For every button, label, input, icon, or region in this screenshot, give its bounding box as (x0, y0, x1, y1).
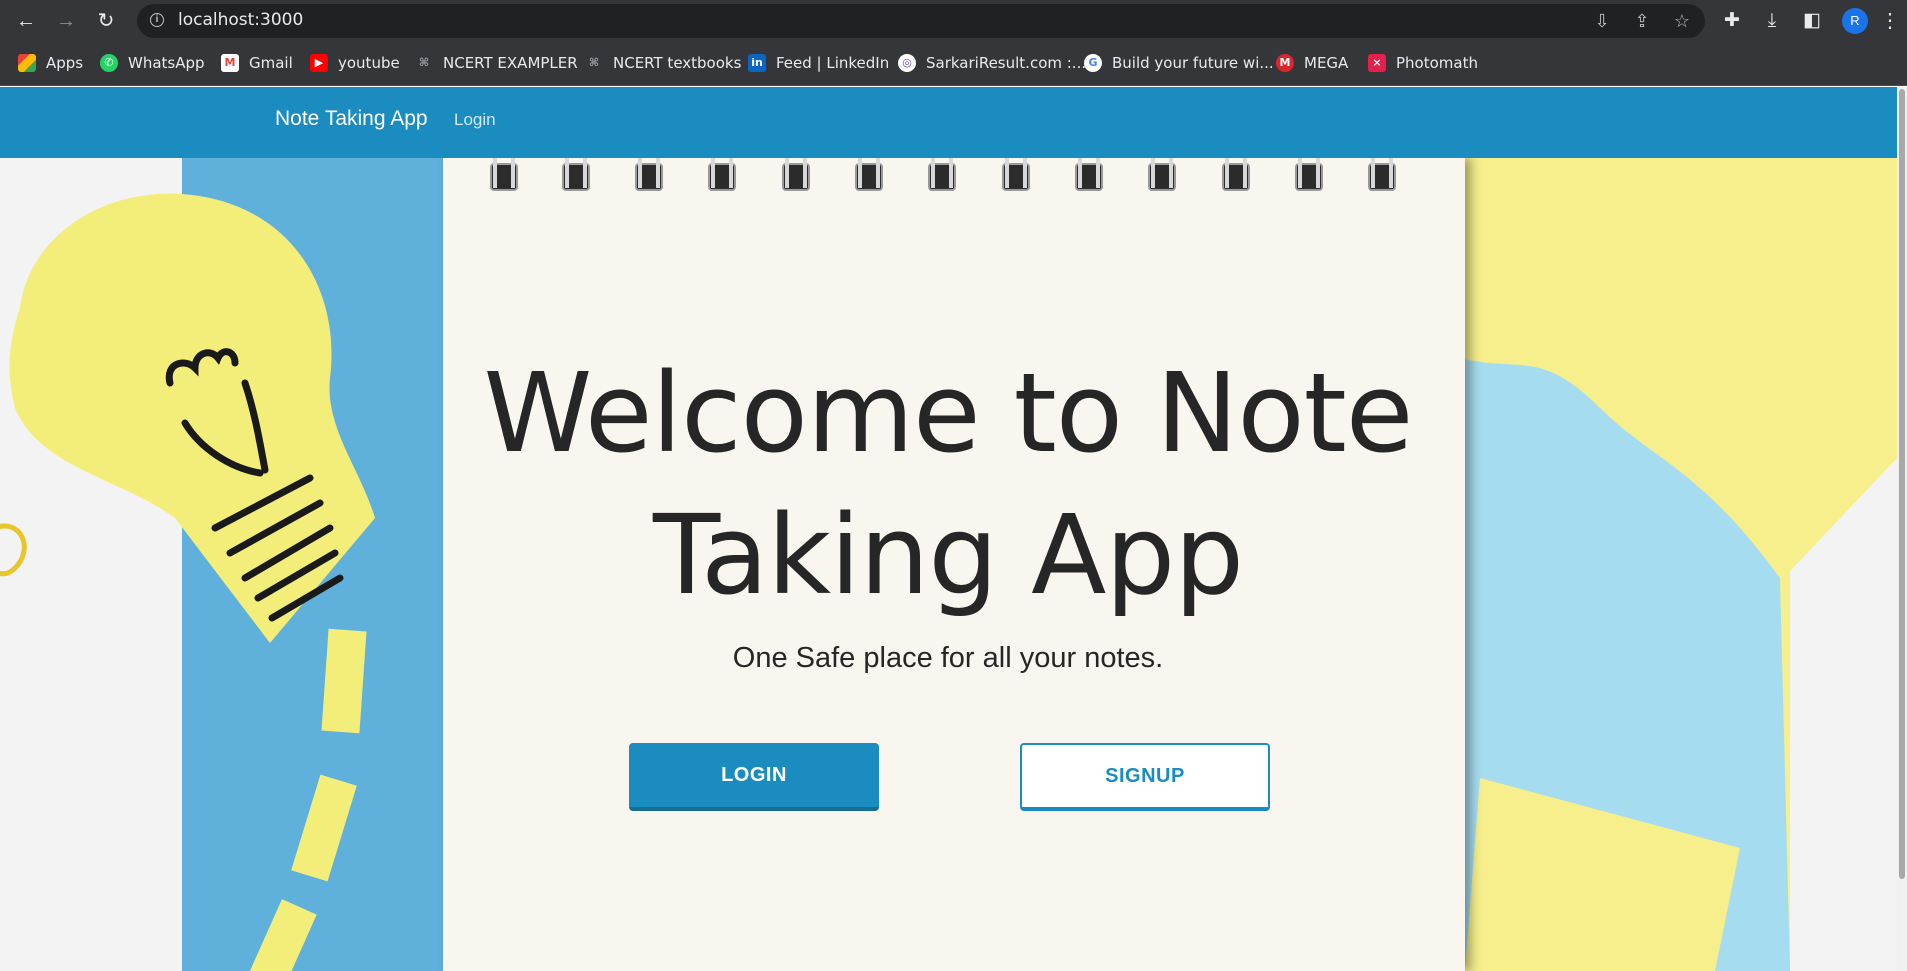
bookmark-apps[interactable]: Apps (18, 51, 83, 75)
browser-menu-icon[interactable]: ⋮ (1880, 8, 1900, 34)
hero-title-line2: Taking App (652, 491, 1244, 619)
profile-avatar[interactable]: R (1842, 8, 1868, 34)
ncert-icon: ⌘ (588, 56, 600, 69)
share-icon[interactable]: ⇪ (1630, 9, 1654, 33)
hero-section: Welcome to Note Taking App One Safe plac… (0, 158, 1897, 971)
hero-title-line1: Welcome to Note (483, 349, 1414, 477)
gmail-icon: M (221, 54, 239, 72)
apps-grid-icon (18, 54, 36, 72)
bookmark-sarkari[interactable]: ◎ SarkariResult.com :... (898, 51, 1086, 75)
scrollbar-thumb[interactable] (1899, 89, 1905, 879)
navbar-login-link[interactable]: Login (454, 110, 496, 130)
reload-icon[interactable]: ↻ (92, 7, 120, 35)
bookmark-photomath[interactable]: × Photomath (1368, 51, 1478, 75)
signup-button[interactable]: SIGNUP (1020, 743, 1270, 811)
downloads-icon[interactable]: ⤓ (1759, 8, 1785, 34)
hero-subtitle: One Safe place for all your notes. (732, 642, 1164, 674)
navbar-brand[interactable]: Note Taking App (275, 107, 428, 131)
site-info-icon[interactable]: i (150, 13, 164, 27)
bookmark-youtube[interactable]: ▶ youtube (310, 51, 400, 75)
extensions-icon[interactable]: ✚ (1719, 8, 1745, 34)
bookmark-star-icon[interactable]: ☆ (1670, 9, 1694, 33)
url-text[interactable]: localhost:3000 (178, 10, 303, 30)
login-button[interactable]: LOGIN (629, 743, 879, 811)
bookmark-ncert-exampler[interactable]: ⌘ NCERT EXAMPLER (415, 51, 578, 75)
address-bar[interactable] (137, 4, 1705, 38)
install-app-icon[interactable]: ⇩ (1590, 9, 1614, 33)
side-panel-icon[interactable]: ◧ (1799, 8, 1825, 34)
bookmark-google[interactable]: G Build your future wi... (1084, 51, 1274, 75)
bookmark-whatsapp[interactable]: ✆ WhatsApp (100, 51, 205, 75)
photomath-icon: × (1368, 54, 1386, 72)
back-icon[interactable]: ← (12, 7, 40, 35)
bookmark-linkedin[interactable]: in Feed | LinkedIn (748, 51, 889, 75)
youtube-icon: ▶ (310, 54, 328, 72)
forward-icon[interactable]: → (52, 7, 80, 35)
linkedin-icon: in (748, 54, 766, 72)
ncert-icon: ⌘ (418, 56, 430, 69)
bookmark-mega[interactable]: M MEGA (1276, 51, 1348, 75)
google-icon: G (1084, 54, 1102, 72)
hero-title: Welcome to Note Taking App (470, 342, 1426, 626)
mega-icon: M (1276, 54, 1294, 72)
sarkari-icon: ◎ (898, 54, 916, 72)
whatsapp-icon: ✆ (100, 54, 118, 72)
spiral-binding (490, 158, 1396, 191)
bookmark-gmail[interactable]: M Gmail (221, 51, 293, 75)
bookmark-ncert-textbooks[interactable]: ⌘ NCERT textbooks (585, 51, 742, 75)
